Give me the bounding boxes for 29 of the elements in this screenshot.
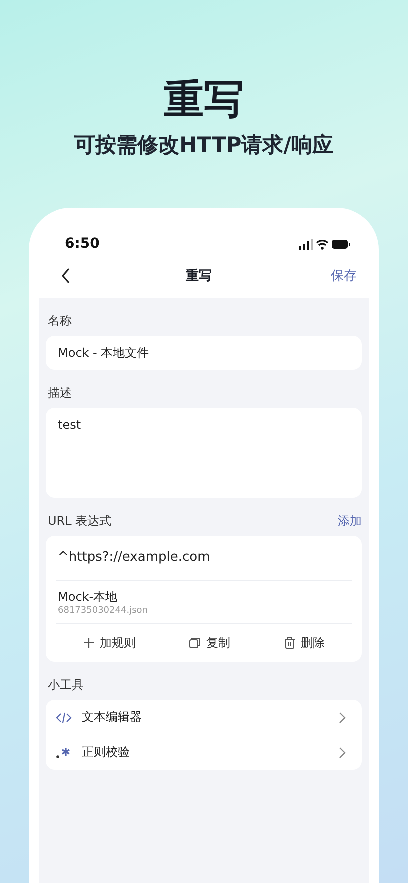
name-field[interactable]: Mock - 本地文件 [46, 336, 362, 370]
url-pattern: ^https?://example.com [56, 536, 352, 581]
field-label: 名称 [47, 313, 72, 330]
tool-item[interactable]: 文本编辑器 [56, 700, 352, 735]
subtitle: 可按需修改HTTP请求/响应 [74, 132, 334, 159]
status-time: 6:50 [65, 235, 100, 254]
tool-item[interactable]: 正则校验 [56, 735, 352, 770]
description-field[interactable]: test [46, 408, 362, 498]
add-link[interactable]: 添加 [338, 512, 362, 530]
asterisk-icon [56, 746, 72, 758]
screen-title: 重写 [186, 268, 212, 285]
plus-icon [82, 637, 95, 649]
field-label: 描述 [47, 385, 72, 402]
chevron-icon [339, 746, 346, 758]
action-button[interactable]: 加规则 [78, 632, 140, 654]
save-button[interactable]: 保存 [327, 267, 361, 285]
rule-name: Mock-本地 [58, 589, 119, 605]
section-label: URL 表达式 [47, 513, 112, 530]
rule-file: 681735030244.json [58, 605, 149, 617]
action-button[interactable]: 复制 [185, 632, 234, 654]
chevron-icon [339, 712, 346, 724]
section-label: 小工具 [47, 677, 84, 694]
back-icon[interactable] [61, 268, 71, 284]
trash-icon [284, 637, 296, 649]
copy-icon [189, 637, 202, 649]
action-button[interactable]: 删除 [280, 632, 330, 654]
status-icons [299, 239, 351, 250]
code-icon [56, 712, 72, 724]
headline: 重写 [164, 76, 244, 125]
